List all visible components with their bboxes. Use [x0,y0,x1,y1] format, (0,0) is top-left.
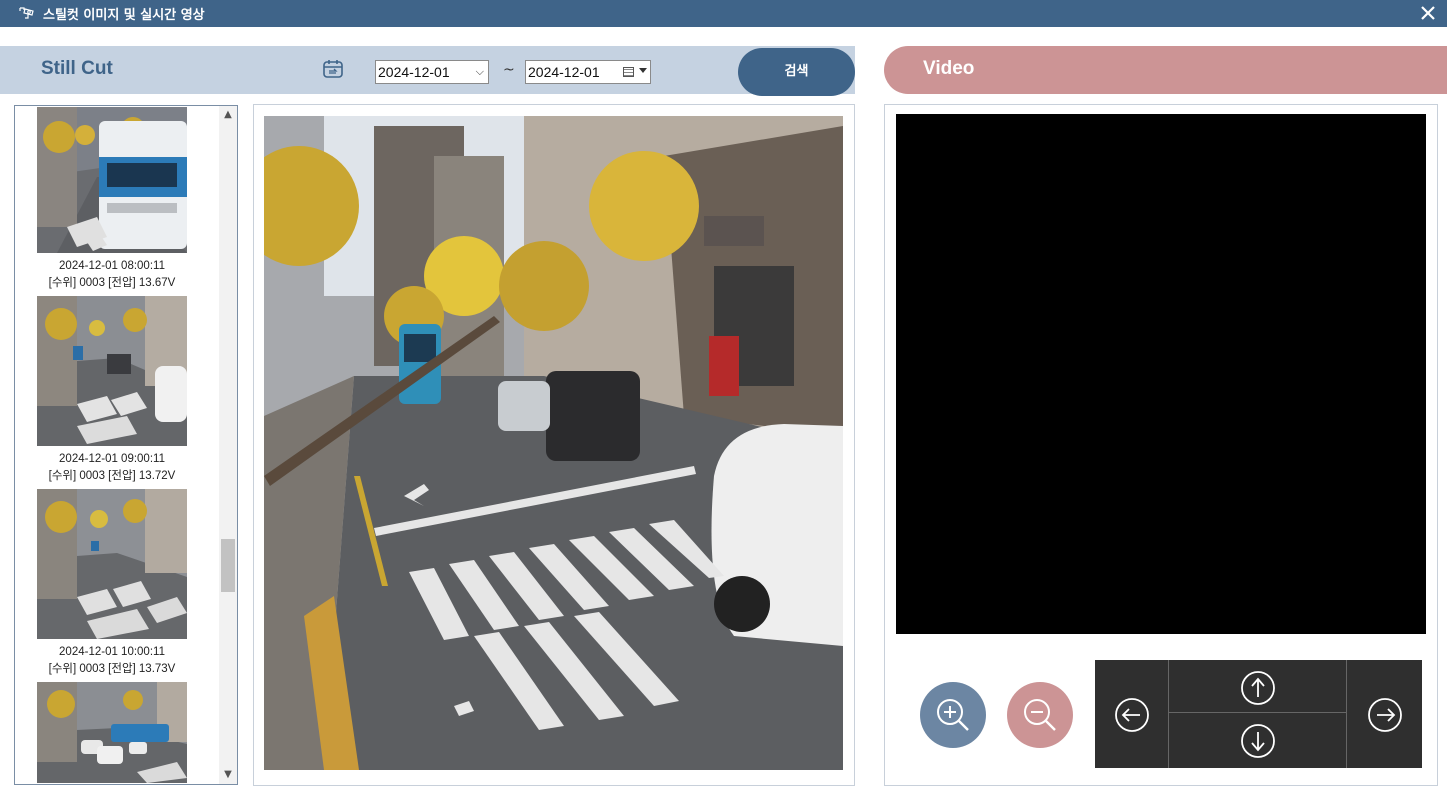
pan-right-button[interactable] [1346,660,1422,768]
thumbnail-timestamp: 2024-12-01 08:00:11 [59,260,165,272]
thumbnail-timestamp: 2024-12-01 10:00:11 [59,646,165,658]
thumbnail-timestamp: 2024-12-01 09:00:11 [59,453,165,465]
window-title: 스틸컷 이미지 및 실시간 영상 [43,8,205,23]
main-still-image [264,116,843,770]
street-thumbnail[interactable] [37,489,187,639]
street-thumbnail[interactable] [37,296,187,446]
pan-left-button[interactable] [1095,660,1169,768]
caret-down-icon [639,68,647,73]
calendar-icon [323,60,343,78]
arrow-up-icon [1241,671,1275,705]
search-button[interactable]: 검색 [738,48,855,96]
date-from-select[interactable]: 2024-12-01 ⌵ [375,60,489,84]
title-bar: 스틸컷 이미지 및 실시간 영상 [0,0,1447,27]
zoom-out-button[interactable] [1007,682,1073,748]
still-cut-list[interactable]: 2024-12-01 08:00:11 [수위] 0003 [전압] 13.67… [14,105,238,785]
date-separator: ~ [503,62,515,78]
scroll-up-icon[interactable]: ▲ [223,110,233,120]
still-cut-title: Still Cut [41,58,113,79]
zoom-out-icon [1024,699,1056,731]
street-thumbnail[interactable] [37,682,187,783]
arrow-down-icon [1241,724,1275,758]
thumbnail-info: [수위] 0003 [전압] 13.67V [48,277,176,289]
thumbnail-info: [수위] 0003 [전압] 13.73V [48,663,176,675]
street-thumbnail[interactable] [37,107,187,253]
date-from-value: 2024-12-01 [378,64,450,80]
zoom-in-button[interactable] [920,682,986,748]
calendar-small-icon [623,67,634,77]
arrow-right-icon [1368,698,1402,732]
ptz-control-pad [1095,660,1422,768]
close-icon[interactable] [1418,3,1438,23]
camera-icon [19,7,34,19]
date-to-picker[interactable]: 2024-12-01 [525,60,651,84]
tilt-down-button[interactable] [1169,714,1346,768]
zoom-in-icon [937,699,969,731]
scroll-down-icon[interactable]: ▼ [223,770,233,780]
chevron-down-icon: ⌵ [475,66,484,78]
video-player[interactable] [896,114,1426,634]
date-to-value: 2024-12-01 [528,64,600,80]
still-cut-header: Still Cut 2024-12-01 ⌵ ~ 2024-12-01 검색 [0,46,855,96]
tilt-up-button[interactable] [1169,660,1346,713]
thumbnail-info: [수위] 0003 [전압] 13.72V [48,470,176,482]
scrollbar-thumb[interactable] [221,539,235,592]
arrow-left-icon [1115,698,1149,732]
thumbnail-scrollbar[interactable]: ▲ ▼ [219,106,237,784]
video-title: Video [923,58,975,79]
video-header: Video [884,46,1447,94]
